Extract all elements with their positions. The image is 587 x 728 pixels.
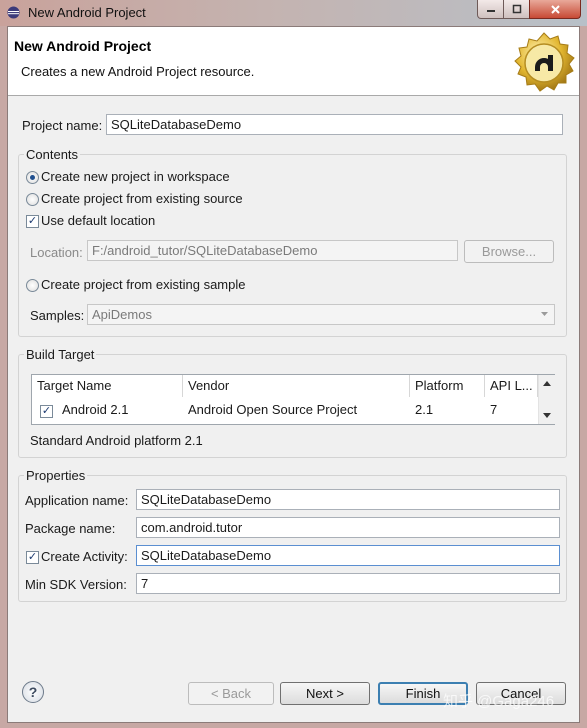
- min-sdk-label: Min SDK Version:: [25, 577, 127, 592]
- back-button-label: < Back: [210, 686, 252, 701]
- radio-create-new-project[interactable]: [26, 171, 39, 184]
- chevron-down-icon: [541, 312, 548, 316]
- minimize-icon: [487, 10, 495, 12]
- existing-sample-label: Create project from existing sample: [41, 277, 246, 292]
- build-target-table: Target Name Vendor Platform API L... ✓ A…: [31, 374, 555, 425]
- project-name-label: Project name:: [22, 118, 103, 133]
- create-activity-checkbox[interactable]: ✓: [26, 551, 39, 564]
- back-button[interactable]: < Back: [188, 682, 274, 705]
- samples-dropdown[interactable]: ApiDemos: [87, 304, 555, 325]
- watermark-text: 知乎 @Gaga246: [443, 693, 555, 710]
- minimize-button[interactable]: [477, 0, 505, 19]
- use-default-location-label: Use default location: [41, 213, 156, 228]
- radio-existing-sample[interactable]: [26, 279, 39, 292]
- build-target-group-label: Build Target: [24, 347, 97, 362]
- table-scrollbar[interactable]: [538, 375, 555, 424]
- contents-group-label: Contents: [24, 147, 81, 162]
- column-header-vendor[interactable]: Vendor: [183, 375, 410, 397]
- package-name-input[interactable]: com.android.tutor: [136, 517, 560, 538]
- maximize-icon: [512, 4, 522, 14]
- create-activity-input[interactable]: SQLiteDatabaseDemo: [136, 545, 560, 566]
- location-input[interactable]: F:/android_tutor/SQLiteDatabaseDemo: [87, 240, 458, 261]
- close-button[interactable]: [529, 0, 581, 19]
- project-name-input[interactable]: SQLiteDatabaseDemo: [106, 114, 563, 135]
- application-name-input[interactable]: SQLiteDatabaseDemo: [136, 489, 560, 510]
- properties-group-label: Properties: [24, 468, 88, 483]
- help-icon[interactable]: ?: [22, 681, 44, 703]
- browse-button[interactable]: Browse...: [464, 240, 554, 263]
- column-header-platform[interactable]: Platform: [410, 375, 485, 397]
- samples-label: Samples:: [30, 308, 85, 323]
- location-label: Location:: [30, 245, 83, 260]
- target-name-cell: Android 2.1: [62, 402, 129, 417]
- vendor-cell: Android Open Source Project: [188, 402, 358, 417]
- window-title: New Android Project: [28, 5, 146, 20]
- api-level-cell: 7: [490, 402, 498, 417]
- application-name-label: Application name:: [25, 493, 129, 508]
- scroll-up-icon[interactable]: [543, 381, 551, 386]
- scroll-down-icon[interactable]: [543, 413, 551, 418]
- banner-title: New Android Project: [14, 38, 152, 54]
- target-description: Standard Android platform 2.1: [30, 433, 203, 448]
- radio-existing-source[interactable]: [26, 193, 39, 206]
- create-activity-label: Create Activity:: [41, 549, 128, 564]
- package-name-label: Package name:: [25, 521, 116, 536]
- column-header-api-level[interactable]: API L...: [485, 375, 538, 397]
- platform-cell: 2.1: [415, 402, 434, 417]
- samples-selected-value: ApiDemos: [92, 307, 152, 322]
- maximize-button[interactable]: [503, 0, 531, 19]
- finish-button-label: Finish: [405, 686, 441, 701]
- existing-source-label: Create project from existing source: [41, 191, 243, 206]
- close-icon: [550, 4, 560, 14]
- eclipse-icon: [7, 6, 20, 19]
- banner-description: Creates a new Android Project resource.: [21, 64, 255, 79]
- min-sdk-input[interactable]: 7: [136, 573, 560, 594]
- next-button-label: Next >: [306, 686, 344, 701]
- use-default-location-checkbox[interactable]: ✓: [26, 215, 39, 228]
- create-new-project-label: Create new project in workspace: [41, 169, 230, 184]
- target-checkbox[interactable]: ✓: [40, 405, 53, 418]
- column-header-target-name[interactable]: Target Name: [32, 375, 183, 397]
- next-button[interactable]: Next >: [280, 682, 370, 705]
- android-adt-logo-icon: [514, 32, 575, 92]
